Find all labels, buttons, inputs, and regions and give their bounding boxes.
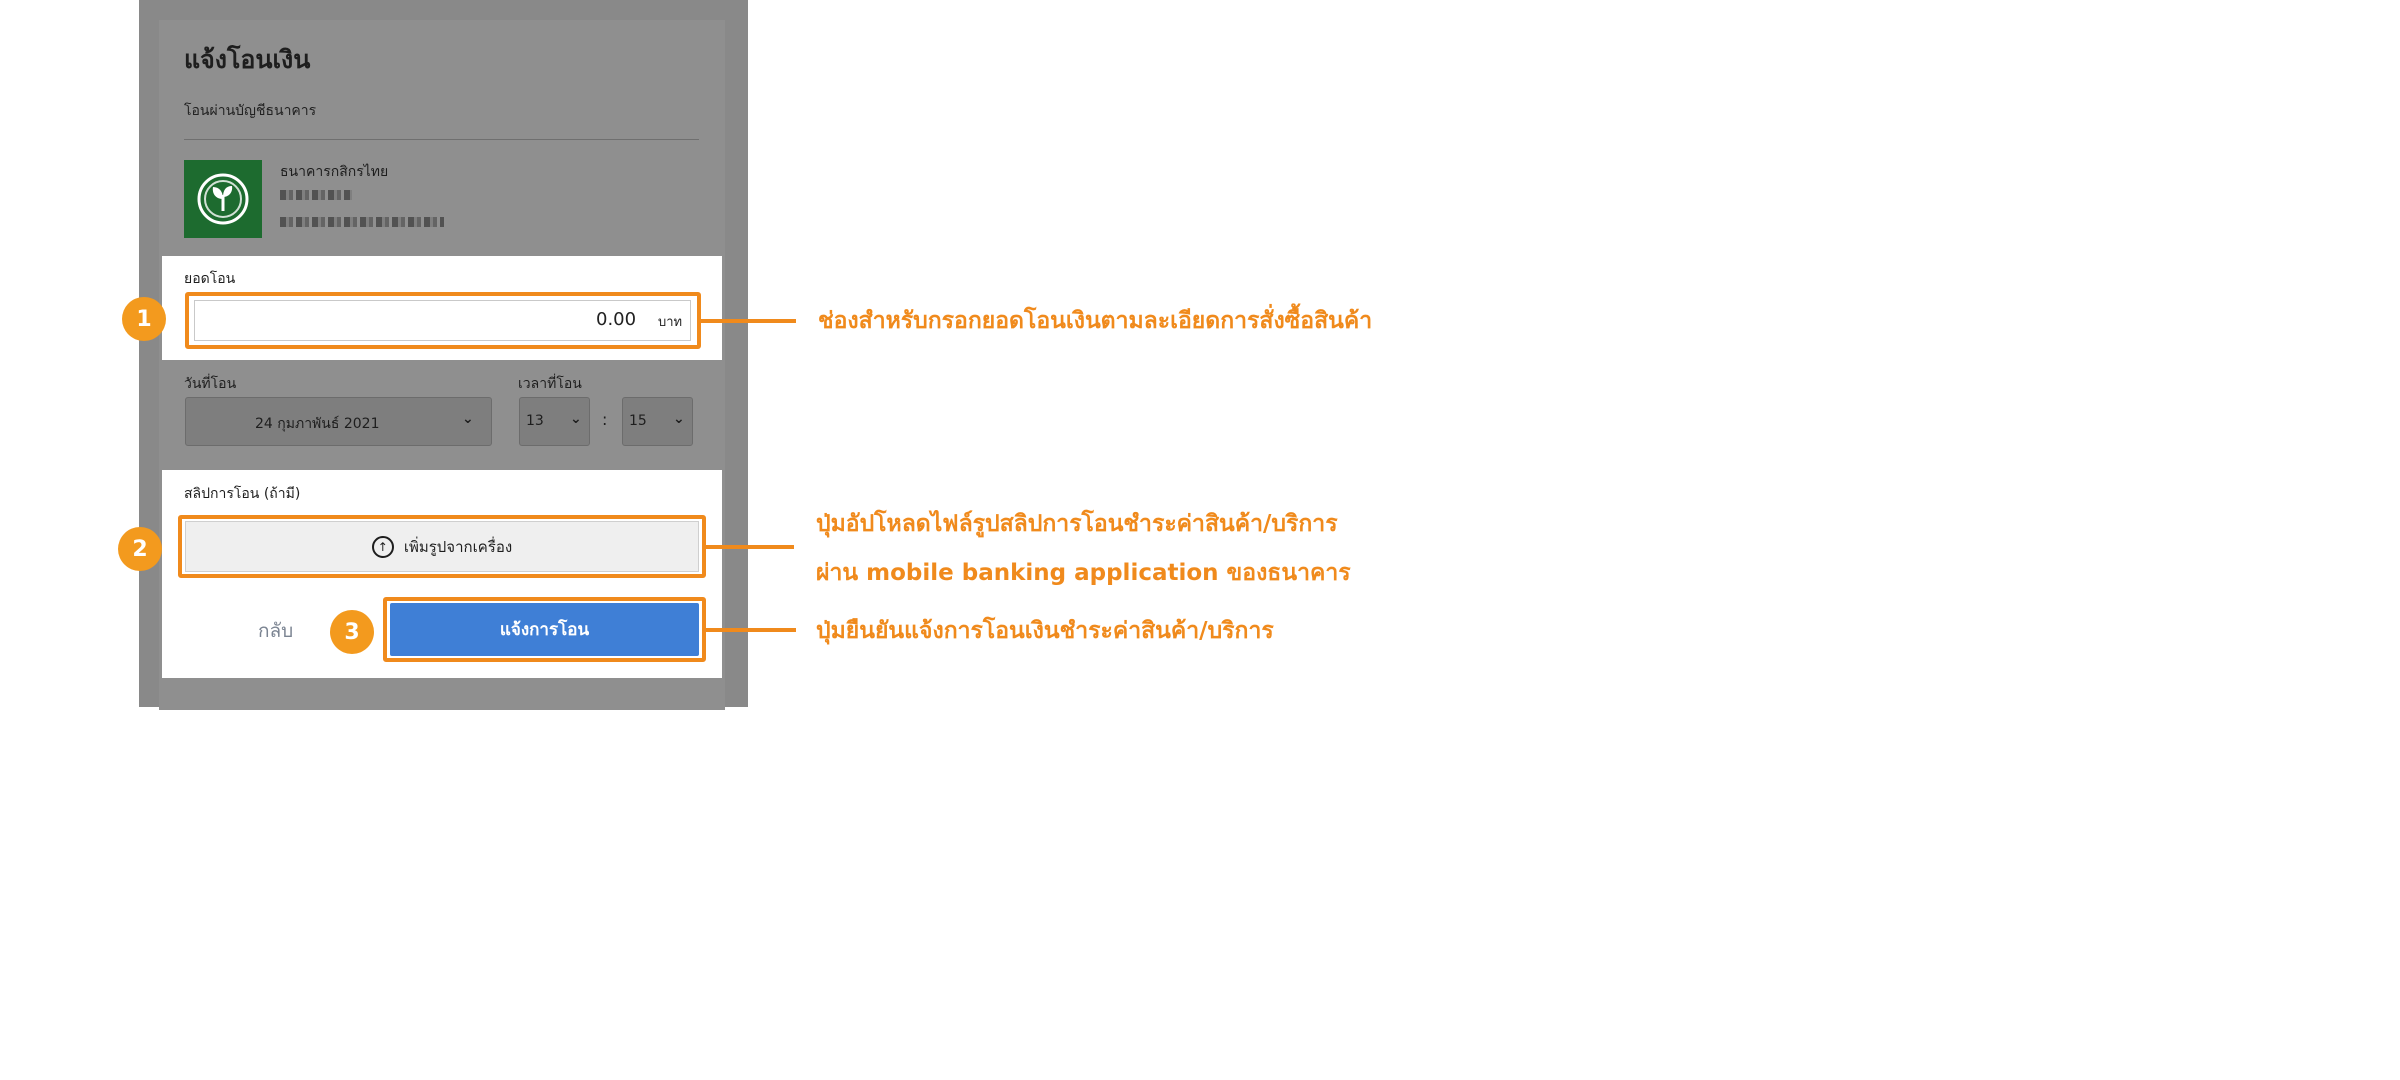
date-select[interactable]: 24 กุมภาพันธ์ 2021 ⌄ xyxy=(185,397,492,446)
chevron-down-icon: ⌄ xyxy=(462,411,474,427)
chevron-down-icon: ⌄ xyxy=(570,411,582,427)
step-badge-1: 1 xyxy=(122,297,166,341)
callout-amount: ช่องสำหรับกรอกยอดโอนเงินตามละเอียดการสั่… xyxy=(818,308,1373,334)
time-label: เวลาที่โอน xyxy=(518,376,582,392)
divider xyxy=(184,139,699,140)
back-button[interactable]: กลับ xyxy=(258,616,293,646)
callout-line-2 xyxy=(706,545,794,549)
chevron-down-icon: ⌄ xyxy=(673,411,685,427)
minute-select[interactable]: 15 ⌄ xyxy=(622,397,693,446)
modal-title: แจ้งโอนเงิน xyxy=(184,45,311,74)
minute-value: 15 xyxy=(629,413,647,429)
upload-arrow-icon: ↑ xyxy=(371,535,394,558)
amount-unit: บาท xyxy=(658,315,683,330)
submit-transfer-button[interactable]: แจ้งการโอน xyxy=(390,603,699,656)
modal-subtitle: โอนผ่านบัญชีธนาคาร xyxy=(184,103,317,119)
date-label: วันที่โอน xyxy=(184,376,237,392)
time-separator: : xyxy=(602,410,608,429)
account-number-redacted xyxy=(280,190,352,200)
step-badge-2: 2 xyxy=(118,527,162,571)
hour-value: 13 xyxy=(526,413,544,429)
hour-select[interactable]: 13 ⌄ xyxy=(519,397,590,446)
callout-line-1 xyxy=(701,319,796,323)
amount-label: ยอดโอน xyxy=(184,271,236,287)
callout-upload-line2: ผ่าน mobile banking application ของธนาคา… xyxy=(816,560,1351,586)
upload-label: เพิ่มรูปจากเครื่อง xyxy=(403,537,513,556)
screen: แจ้งโอนเงิน โอนผ่านบัญชีธนาคาร ธนาคารกสิ… xyxy=(0,0,1563,710)
callout-line-3 xyxy=(706,628,796,632)
kasikorn-leaf-icon xyxy=(184,160,262,238)
step-badge-3: 3 xyxy=(330,610,374,654)
amount-value[interactable]: 0.00 xyxy=(596,309,636,330)
bank-name: ธนาคารกสิกรไทย xyxy=(280,164,389,180)
slip-label: สลิปการโอน (ถ้ามี) xyxy=(184,486,301,502)
date-value: 24 กุมภาพันธ์ 2021 xyxy=(255,416,380,432)
upload-slip-button[interactable]: ↑ เพิ่มรูปจากเครื่อง xyxy=(185,521,699,572)
callout-submit: ปุ่มยืนยันแจ้งการโอนเงินชำระค่าสินค้า/บร… xyxy=(816,618,1274,644)
account-name-redacted xyxy=(280,217,444,227)
callout-upload-line1: ปุ่มอัปโหลดไฟล์รูปสลิปการโอนชำระค่าสินค้… xyxy=(816,511,1338,537)
submit-label: แจ้งการโอน xyxy=(499,620,590,640)
